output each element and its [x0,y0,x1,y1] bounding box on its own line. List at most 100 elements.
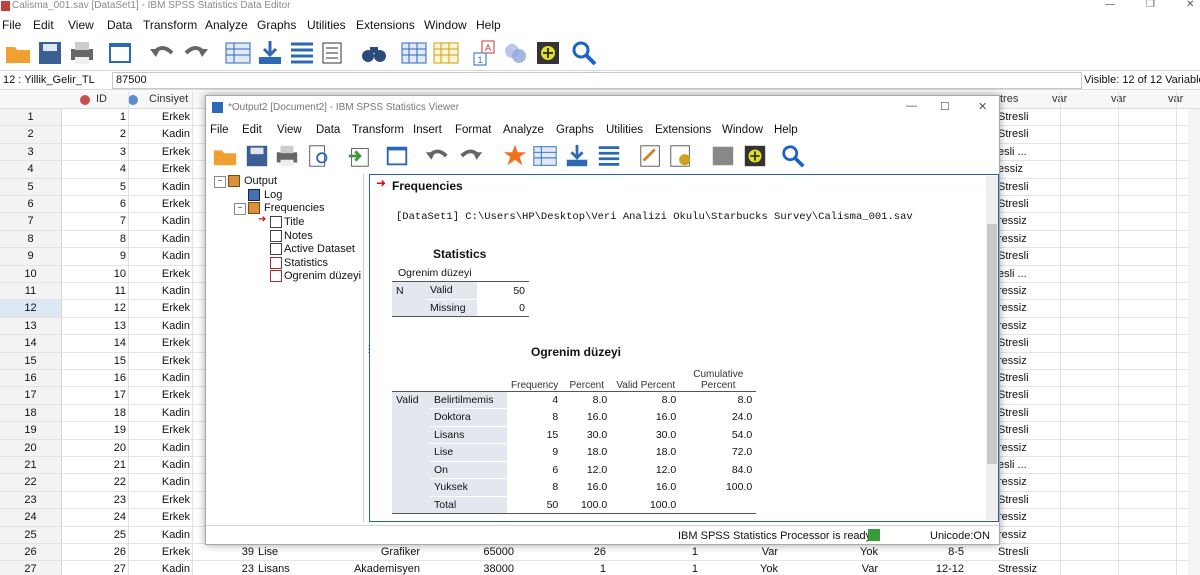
viewer-menu-format[interactable]: Format [455,124,491,136]
row-number[interactable]: 12 [0,300,62,317]
row-number[interactable]: 2 [0,126,62,143]
search-icon[interactable] [570,39,598,67]
outline-item-ogrenim[interactable]: Ogrenim düzeyi [284,270,361,282]
cell-stres[interactable]: esli ... [998,266,1060,283]
cell-stres[interactable]: esli ... [998,457,1060,474]
goto-variable-icon[interactable] [256,39,284,67]
search-icon[interactable] [780,143,806,169]
variables-icon[interactable] [596,143,622,169]
cell-cinsiyet[interactable]: Kadin [128,474,190,491]
cell-cinsiyet[interactable]: Erkek [128,300,190,317]
cell-education[interactable]: Lise [258,544,334,561]
viewer-menu-graphs[interactable]: Graphs [556,124,594,136]
minimize-icon[interactable]: — [1105,0,1115,10]
cell-id[interactable]: 23 [62,492,126,509]
row-number[interactable]: 10 [0,265,62,282]
row-number[interactable]: 17 [0,387,62,404]
cell-id[interactable]: 8 [62,231,126,248]
designate-window-icon[interactable] [502,143,528,169]
menu-view[interactable]: View [68,18,94,32]
menu-window[interactable]: Window [424,18,467,32]
row-number[interactable]: 1 [0,109,62,126]
collapse-icon[interactable]: − [234,203,246,215]
value-labels-icon[interactable]: A1 [472,39,500,67]
cell-c1[interactable]: 1 [516,561,606,575]
outline-item-statistics[interactable]: Statistics [284,257,328,269]
cell-c3[interactable]: Var [700,544,778,561]
cell-stres[interactable]: Stresli [998,248,1060,265]
cell-stres[interactable]: essiz [998,161,1060,178]
cell-id[interactable]: 12 [62,300,126,317]
cell-id[interactable]: 14 [62,335,126,352]
cell-cinsiyet[interactable]: Kadin [128,231,190,248]
menu-help[interactable]: Help [476,18,501,32]
row-number[interactable]: 15 [0,352,62,369]
viewer-maximize-icon[interactable]: ☐ [940,100,950,113]
cell-stres[interactable]: ressiz [998,283,1060,300]
viewer-minimize-icon[interactable]: — [906,100,917,112]
cell-id[interactable]: 2 [62,126,126,143]
use-sets-icon[interactable] [502,39,530,67]
export-icon[interactable] [346,143,372,169]
redo-icon[interactable] [182,39,210,67]
cell-id[interactable]: 7 [62,213,126,230]
cell-stres[interactable]: ressiz [998,509,1060,526]
viewer-menu-file[interactable]: File [210,124,229,136]
outline-item-title[interactable]: Title [284,216,304,228]
viewer-scroll-thumb[interactable] [987,224,997,464]
undo-icon[interactable] [424,143,450,169]
row-number[interactable]: 13 [0,317,62,335]
cell-stres[interactable]: Stressiz [998,561,1060,575]
cell-id[interactable]: 15 [62,353,126,370]
outline-item-active-dataset[interactable]: Active Dataset [284,243,355,255]
open-folder-icon[interactable] [4,39,32,67]
viewer-menu-data[interactable]: Data [316,124,340,136]
extension-icon[interactable] [742,143,768,169]
cell-id[interactable]: 20 [62,440,126,457]
cell-c4[interactable]: Var [780,561,878,575]
menu-file[interactable]: File [2,18,21,32]
cell-stres[interactable]: Stresli [998,126,1060,143]
cell-stres[interactable]: Stresli [998,405,1060,422]
save-icon[interactable] [36,39,64,67]
insert-variable-icon[interactable] [432,39,460,67]
cell-id[interactable]: 3 [62,144,126,161]
cell-id[interactable]: 4 [62,161,126,178]
cell-id[interactable]: 10 [62,266,126,283]
menu-utilities[interactable]: Utilities [307,18,346,32]
print-icon[interactable] [274,143,300,169]
cell-stres[interactable]: ressiz [998,231,1060,248]
viewer-menu-edit[interactable]: Edit [242,124,262,136]
table-row[interactable]: 27 27 Kadin 23 Lisans Akademisyen 38000 1 1 Yok Va… [0,561,1200,575]
cell-income[interactable]: 38000 [422,561,514,575]
cell-c2[interactable]: 1 [608,561,698,575]
variables-icon[interactable] [288,39,316,67]
cell-cinsiyet[interactable]: Kadin [128,248,190,265]
menu-graphs[interactable]: Graphs [257,18,296,32]
row-number[interactable]: 21 [0,457,62,474]
cell-age[interactable]: 23 [192,561,254,575]
goto-variable-icon[interactable] [564,143,590,169]
row-number[interactable]: 25 [0,526,62,543]
row-number[interactable]: 6 [0,196,62,213]
cell-stres[interactable]: Stresli [998,370,1060,387]
viewer-menu-utilities[interactable]: Utilities [606,124,643,136]
cell-id[interactable]: 18 [62,405,126,422]
menu-data[interactable]: Data [107,18,132,32]
hide-icon[interactable] [710,143,736,169]
print-preview-icon[interactable] [306,143,332,169]
cell-id[interactable]: 21 [62,457,126,474]
cell-stres[interactable]: Stresli [998,179,1060,196]
outline-item-output[interactable]: Output [244,175,277,187]
menu-extensions[interactable]: Extensions [356,18,415,32]
cell-id[interactable]: 25 [62,527,126,544]
cell-income[interactable]: 65000 [422,544,514,561]
cell-id[interactable]: 11 [62,283,126,300]
cell-cinsiyet[interactable]: Erkek [128,196,190,213]
recall-dialog-icon[interactable] [106,39,134,67]
cell-id[interactable]: 16 [62,370,126,387]
cell-job[interactable]: Akademisyen [336,561,420,575]
row-number[interactable]: 9 [0,248,62,265]
cell-stres[interactable]: ressiz [998,213,1060,230]
cell-id[interactable]: 9 [62,248,126,265]
